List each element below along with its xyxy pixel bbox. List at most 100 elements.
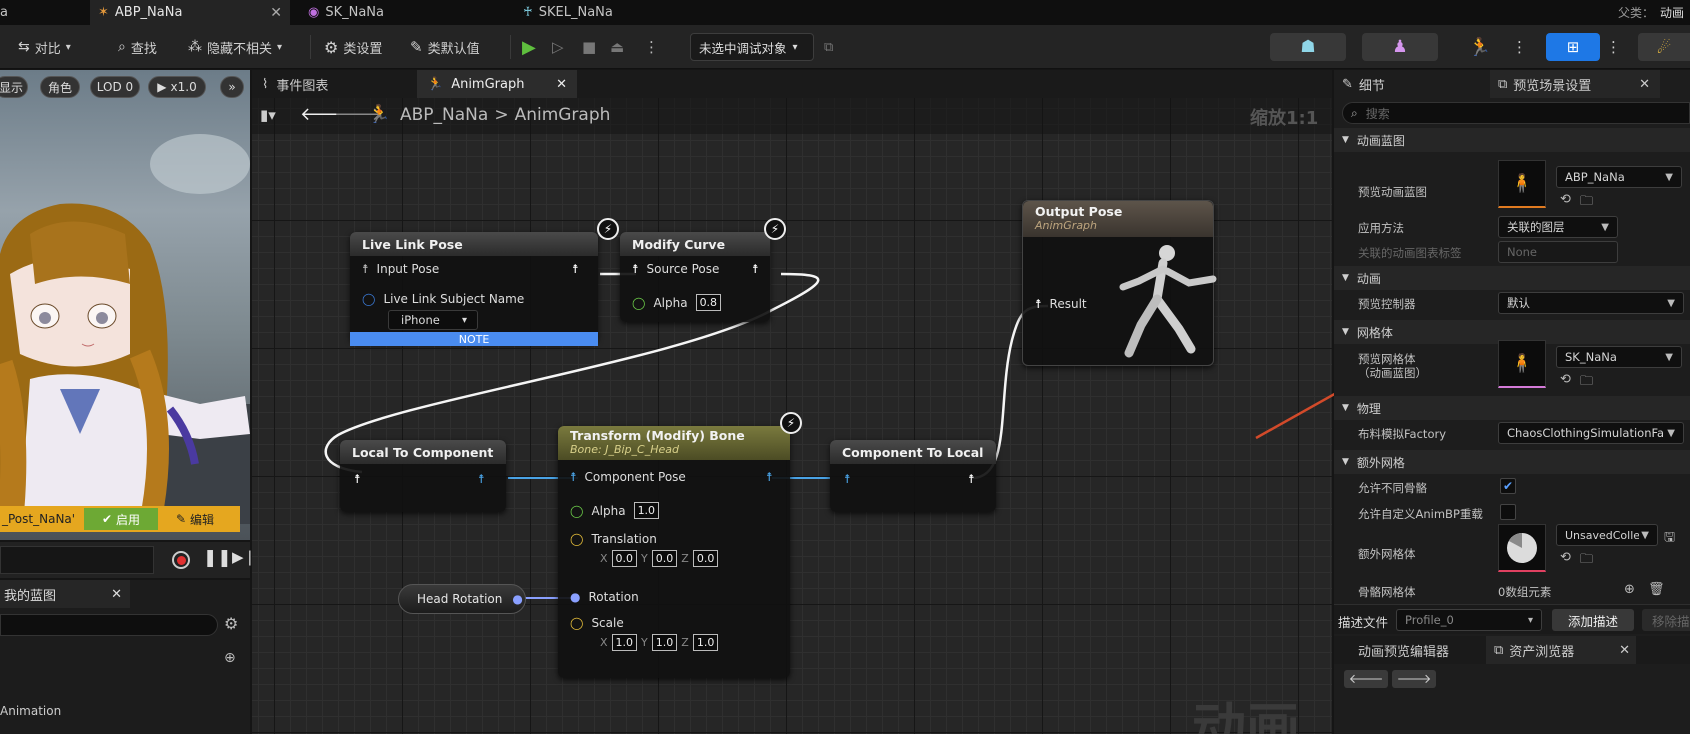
- input-pose-pin[interactable]: ☨ Input Pose: [362, 262, 439, 276]
- doc-tab-skeletal-mesh[interactable]: ◉ SK_NaNa: [300, 0, 500, 25]
- alpha-pin[interactable]: ◯ Alpha 1.0: [570, 502, 660, 519]
- stop-icon[interactable]: ■: [582, 25, 596, 69]
- class-defaults-button[interactable]: ✎ 类默认值: [410, 25, 480, 69]
- node-component-to-local[interactable]: Component To Local ☨ ☨: [830, 440, 996, 512]
- doc-tab-abp[interactable]: ✶ ABP_NaNa ✕: [90, 0, 290, 25]
- scale-y-field[interactable]: 1.0: [651, 634, 678, 651]
- scale-x-field[interactable]: 1.0: [611, 634, 638, 651]
- component-pose-pin[interactable]: ☨ Component Pose: [570, 470, 686, 484]
- details-search-input[interactable]: ⌕ 搜索: [1342, 102, 1690, 124]
- allow-diff-skeleton-checkbox[interactable]: ✔: [1500, 478, 1516, 494]
- lod-button[interactable]: LOD 0: [90, 76, 140, 98]
- gear-icon[interactable]: ⚙: [224, 614, 238, 633]
- node-local-to-component[interactable]: Local To Component ☨ ☨: [340, 440, 506, 512]
- timeline-scrubber[interactable]: [0, 546, 154, 574]
- step-icon[interactable]: ▷: [552, 25, 564, 69]
- browse-folder-icon[interactable]: 🗀: [1580, 372, 1593, 394]
- blueprint-search-input[interactable]: [0, 614, 218, 636]
- blueprint-mode-button[interactable]: ⊞: [1546, 33, 1600, 61]
- add-icon[interactable]: ⊕: [1624, 582, 1635, 597]
- find-in-browser-icon[interactable]: ⧉: [824, 25, 833, 69]
- preview-controller-dropdown[interactable]: 默认 ▼: [1498, 292, 1684, 314]
- record-icon[interactable]: [172, 551, 190, 569]
- allow-custom-animbp-checkbox[interactable]: [1500, 504, 1516, 520]
- close-icon[interactable]: ✕: [1639, 77, 1650, 92]
- extra-mesh-thumbnail[interactable]: [1498, 524, 1546, 572]
- bookmark-icon[interactable]: ▮▾: [260, 106, 276, 124]
- show-button[interactable]: 显示: [0, 76, 28, 98]
- playback-speed-button[interactable]: ▶ x1.0: [148, 76, 206, 98]
- more-options-icon[interactable]: ⋮: [644, 25, 659, 69]
- section-animation[interactable]: ▼ 动画: [1334, 266, 1690, 290]
- section-physics[interactable]: ▼ 物理: [1334, 396, 1690, 420]
- pose-output-pin-icon[interactable]: ☨: [752, 262, 759, 276]
- anim-bp-thumbnail[interactable]: 🧍: [1498, 160, 1546, 208]
- add-description-button[interactable]: 添加描述: [1552, 609, 1634, 631]
- breadcrumb-root[interactable]: ABP_NaNa: [400, 105, 488, 125]
- close-icon[interactable]: ✕: [270, 5, 282, 21]
- component-pose-output-pin-icon[interactable]: ☨: [766, 470, 773, 484]
- tab-event-graph[interactable]: ⌇ 事件图表: [252, 70, 412, 98]
- tab-asset-browser[interactable]: ⧉ 资产浏览器 ✕: [1486, 636, 1636, 664]
- doc-tab-skeleton[interactable]: ♰ SKEL_NaNa: [515, 0, 715, 25]
- compare-button[interactable]: ⇆ 对比 ▾: [18, 25, 71, 69]
- more-options-icon[interactable]: ⋮: [1606, 25, 1621, 69]
- translation-y-field[interactable]: 0.0: [651, 550, 678, 567]
- profile-dropdown[interactable]: Profile_0 ▾: [1396, 609, 1542, 631]
- pose-input-pin-icon[interactable]: ☨: [354, 472, 361, 486]
- browse-folder-icon[interactable]: 🗀: [1580, 192, 1593, 214]
- reset-arrow-icon[interactable]: ⟲: [1560, 192, 1571, 207]
- scale-z-field[interactable]: 1.0: [692, 634, 719, 651]
- close-icon[interactable]: ✕: [556, 77, 567, 92]
- preview-mesh-dropdown[interactable]: SK_NaNa ▼: [1556, 346, 1682, 368]
- alpha-pin[interactable]: ◯ Alpha 0.8: [632, 294, 722, 311]
- my-blueprint-tab[interactable]: 我的蓝图 ✕: [0, 580, 130, 608]
- tab-preview-scene[interactable]: ⧉ 预览场景设置 ✕: [1490, 70, 1660, 98]
- remove-description-button[interactable]: 移除描: [1642, 609, 1690, 631]
- close-icon[interactable]: ✕: [1619, 643, 1630, 658]
- reset-arrow-icon[interactable]: ⟲: [1560, 550, 1571, 565]
- rotation-pin[interactable]: ● Rotation: [570, 590, 639, 604]
- subject-name-pin[interactable]: ◯ Live Link Subject Name: [362, 292, 524, 306]
- translation-z-field[interactable]: 0.0: [692, 550, 719, 567]
- forward-arrow-icon[interactable]: 🡒: [1392, 670, 1436, 688]
- alpha-value-field[interactable]: 0.8: [695, 294, 722, 311]
- edit-button[interactable]: ✎ 编辑: [158, 508, 232, 530]
- save-icon[interactable]: 🖫: [1664, 528, 1675, 550]
- skeleton-mode-button[interactable]: ☗: [1270, 33, 1346, 61]
- subject-name-dropdown[interactable]: iPhone ▾: [388, 310, 478, 330]
- pin-dot-icon[interactable]: ●: [512, 592, 522, 606]
- apply-method-dropdown[interactable]: 关联的图层 ▼: [1498, 216, 1618, 238]
- component-pose-input-pin-icon[interactable]: ☨: [844, 472, 851, 486]
- character-button[interactable]: 角色: [40, 76, 80, 98]
- anim-graph-canvas[interactable]: ⌇ 事件图表 🏃 AnimGraph ✕ ▮▾ 🡐 🡒 🏃 ABP_NaNa >…: [252, 70, 1332, 734]
- tab-details[interactable]: ✎ 细节: [1334, 70, 1488, 98]
- skeletal-mesh-thumbnail[interactable]: 🧍: [1498, 340, 1546, 388]
- preview-viewport[interactable]: 显示 角色 LOD 0 ▶ x1.0 » _Post_NaNa' ✔ 启用 ✎ 编辑: [0, 70, 250, 540]
- eject-icon[interactable]: ⏏: [610, 25, 624, 69]
- node-modify-curve[interactable]: Modify Curve ☨ Source Pose ☨ ◯ Alpha 0.8: [620, 232, 770, 322]
- physics-mode-button[interactable]: ☄: [1638, 33, 1690, 61]
- preview-anim-bp-dropdown[interactable]: ABP_NaNa ▼: [1556, 166, 1682, 188]
- trash-icon[interactable]: 🗑: [1648, 582, 1665, 597]
- pose-output-pin-icon[interactable]: ☨: [968, 472, 975, 486]
- animation-mode-button[interactable]: 🏃: [1452, 33, 1508, 61]
- back-arrow-icon[interactable]: 🡐: [1344, 670, 1388, 688]
- cloth-factory-dropdown[interactable]: ChaosClothingSimulationFa ▼: [1498, 422, 1684, 444]
- translation-pin[interactable]: ◯ Translation: [570, 532, 657, 546]
- node-transform-modify-bone[interactable]: Transform (Modify) Bone Bone: J_Bip_C_He…: [558, 426, 790, 678]
- alpha-value-field[interactable]: 1.0: [633, 502, 660, 519]
- result-pin[interactable]: ☨ Result: [1035, 297, 1087, 311]
- extra-mesh-dropdown[interactable]: UnsavedColle ▼: [1556, 524, 1658, 546]
- section-anim-blueprint[interactable]: ▼ 动画蓝图: [1334, 128, 1690, 152]
- animation-category[interactable]: Animation: [0, 704, 61, 718]
- tab-anim-preview-editor[interactable]: 动画预览编辑器: [1334, 636, 1484, 664]
- find-button[interactable]: ⌕ 查找: [118, 25, 157, 69]
- node-live-link-pose[interactable]: Live Link Pose ☨ Input Pose ☨ ◯ Live Lin…: [350, 232, 598, 346]
- enable-button[interactable]: ✔ 启用: [84, 508, 158, 530]
- debug-object-dropdown[interactable]: 未选中调试对象 ▾: [690, 33, 814, 61]
- node-head-rotation-variable[interactable]: Head Rotation ●: [398, 584, 526, 614]
- section-extra-mesh[interactable]: ▼ 额外网格: [1334, 450, 1690, 474]
- parent-class-link[interactable]: 动画: [1660, 4, 1684, 21]
- component-pose-output-pin-icon[interactable]: ☨: [478, 472, 485, 486]
